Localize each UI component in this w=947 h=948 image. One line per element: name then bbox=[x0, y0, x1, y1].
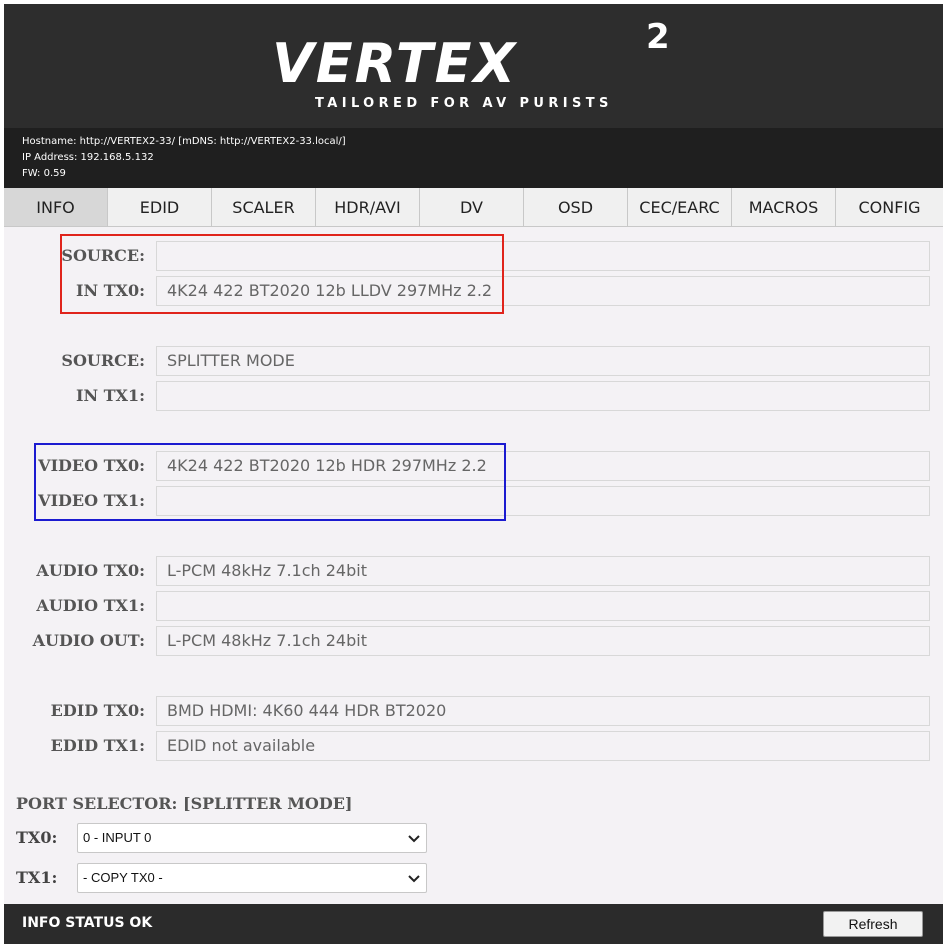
logo-header: VERTEX 2 TAILORED FOR AV PURISTS bbox=[4, 4, 943, 128]
vertex-logo: VERTEX bbox=[272, 36, 652, 92]
tx1-select[interactable]: - COPY TX0 - bbox=[77, 863, 427, 893]
port-selector-title: PORT SELECTOR: [SPLITTER MODE] bbox=[16, 794, 353, 813]
source-tx1-label: SOURCE: bbox=[61, 351, 145, 370]
audio-out-label: AUDIO OUT: bbox=[32, 631, 145, 650]
audio-tx1-label: AUDIO TX1: bbox=[36, 596, 145, 615]
tab-hdr-avi[interactable]: HDR/AVI bbox=[316, 188, 420, 227]
tab-dv[interactable]: DV bbox=[420, 188, 524, 227]
audio-out-field: L-PCM 48kHz 7.1ch 24bit bbox=[156, 626, 930, 656]
edid-tx0-label: EDID TX0: bbox=[50, 701, 145, 720]
edid-tx1-field: EDID not available bbox=[156, 731, 930, 761]
tab-cec-earc[interactable]: CEC/EARC bbox=[628, 188, 732, 227]
red-highlight-box bbox=[60, 234, 504, 314]
tab-edid[interactable]: EDID bbox=[108, 188, 212, 227]
logo-wordmark: VERTEX bbox=[272, 32, 518, 95]
logo-superscript: 2 bbox=[646, 17, 670, 57]
edid-tx1-row: EDID TX1: EDID not available bbox=[4, 731, 943, 761]
tx0-selector-label: TX0: bbox=[16, 828, 58, 847]
tab-info[interactable]: INFO bbox=[4, 188, 108, 227]
tab-macros[interactable]: MACROS bbox=[732, 188, 836, 227]
in-tx1-row: IN TX1: bbox=[4, 381, 943, 411]
tx1-selector-label: TX1: bbox=[16, 868, 58, 887]
audio-out-row: AUDIO OUT: L-PCM 48kHz 7.1ch 24bit bbox=[4, 626, 943, 656]
tagline: TAILORED FOR AV PURISTS bbox=[315, 96, 613, 111]
source-tx1-field: SPLITTER MODE bbox=[156, 346, 930, 376]
app-frame: VERTEX 2 TAILORED FOR AV PURISTS Hostnam… bbox=[4, 4, 943, 944]
audio-tx1-field bbox=[156, 591, 930, 621]
status-bar: INFO STATUS OK Refresh bbox=[4, 904, 943, 944]
device-info-bar: Hostname: http://VERTEX2-33/ [mDNS: http… bbox=[4, 128, 943, 188]
in-tx1-label: IN TX1: bbox=[75, 386, 145, 405]
audio-tx0-row: AUDIO TX0: L-PCM 48kHz 7.1ch 24bit bbox=[4, 556, 943, 586]
main-tabs: INFO EDID SCALER HDR/AVI DV OSD CEC/EARC… bbox=[4, 188, 943, 227]
edid-tx0-row: EDID TX0: BMD HDMI: 4K60 444 HDR BT2020 bbox=[4, 696, 943, 726]
status-text: INFO STATUS OK bbox=[22, 915, 153, 931]
audio-tx0-label: AUDIO TX0: bbox=[36, 561, 145, 580]
audio-tx1-row: AUDIO TX1: bbox=[4, 591, 943, 621]
tx0-selector-row: TX0: 0 - INPUT 0 bbox=[16, 823, 436, 853]
source-tx1-row: SOURCE: SPLITTER MODE bbox=[4, 346, 943, 376]
chevron-down-icon bbox=[408, 824, 420, 852]
tx1-select-value: - COPY TX0 - bbox=[83, 870, 163, 885]
blue-highlight-box bbox=[34, 443, 506, 521]
ip-address-text: IP Address: 192.168.5.132 bbox=[22, 152, 154, 163]
tab-config[interactable]: CONFIG bbox=[836, 188, 943, 227]
hostname-text: Hostname: http://VERTEX2-33/ [mDNS: http… bbox=[22, 136, 346, 147]
tab-osd[interactable]: OSD bbox=[524, 188, 628, 227]
refresh-button[interactable]: Refresh bbox=[823, 911, 923, 937]
edid-tx1-label: EDID TX1: bbox=[50, 736, 145, 755]
tx0-select[interactable]: 0 - INPUT 0 bbox=[77, 823, 427, 853]
tab-scaler[interactable]: SCALER bbox=[212, 188, 316, 227]
tx1-selector-row: TX1: - COPY TX0 - bbox=[16, 863, 436, 893]
chevron-down-icon bbox=[408, 864, 420, 892]
audio-tx0-field: L-PCM 48kHz 7.1ch 24bit bbox=[156, 556, 930, 586]
tx0-select-value: 0 - INPUT 0 bbox=[83, 830, 152, 845]
edid-tx0-field: BMD HDMI: 4K60 444 HDR BT2020 bbox=[156, 696, 930, 726]
firmware-text: FW: 0.59 bbox=[22, 168, 66, 179]
in-tx1-field bbox=[156, 381, 930, 411]
